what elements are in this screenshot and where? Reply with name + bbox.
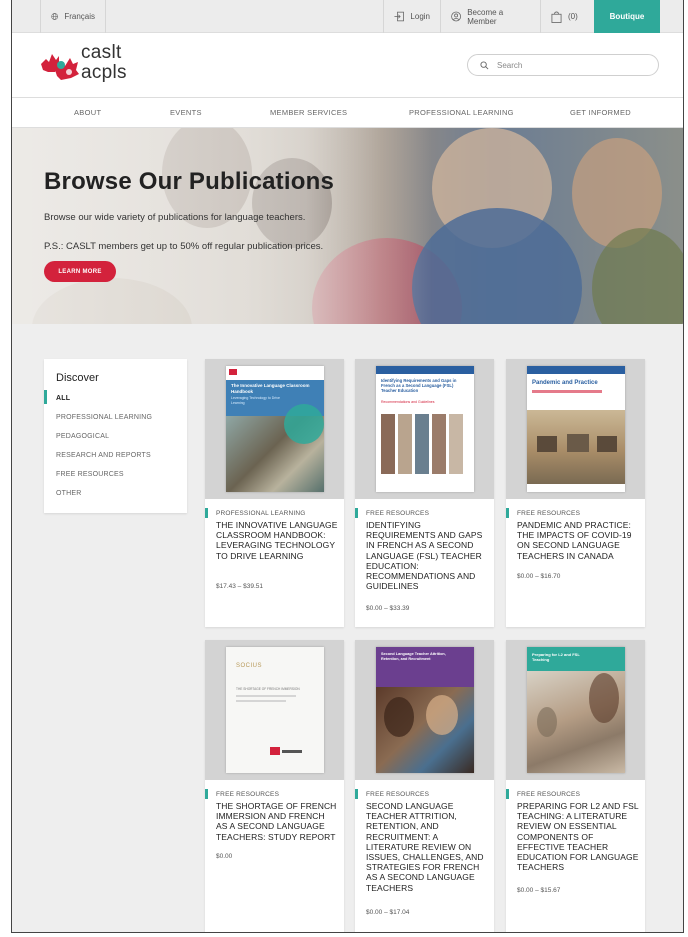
product-category: FREE RESOURCES — [216, 791, 280, 798]
search-placeholder: Search — [497, 60, 523, 70]
filter-free-resources[interactable]: FREE RESOURCES — [56, 471, 124, 478]
header: caslt acpls Search — [12, 33, 683, 97]
search-icon — [480, 60, 489, 69]
cover-title: Second Language Teacher Attrition, Reten… — [381, 652, 446, 661]
login-link[interactable]: Login — [383, 0, 440, 33]
product-title[interactable]: THE INNOVATIVE LANGUAGE CLASSROOM HANDBO… — [216, 520, 338, 561]
product-title[interactable]: IDENTIFYING REQUIREMENTS AND GAPS IN FRE… — [366, 520, 488, 591]
user-icon — [451, 11, 462, 22]
product-card[interactable]: The Innovative Language Classroom Handbo… — [205, 359, 344, 627]
filter-pedagogical[interactable]: PEDAGOGICAL — [56, 433, 109, 440]
nav-get-informed[interactable]: GET INFORMED — [570, 108, 631, 117]
product-title[interactable]: PREPARING FOR L2 AND FSL TEACHING: A LIT… — [517, 801, 639, 872]
filter-other[interactable]: OTHER — [56, 490, 82, 497]
product-image: Identifying Requirements and Gaps in Fre… — [355, 359, 494, 499]
login-label: Login — [410, 12, 430, 21]
nav-professional-learning[interactable]: PROFESSIONAL LEARNING — [409, 108, 514, 117]
main-nav: ABOUT EVENTS MEMBER SERVICES PROFESSIONA… — [12, 97, 683, 128]
cover-title: Pandemic and Practice — [532, 380, 598, 386]
book-cover: Pandemic and Practice — [527, 366, 625, 492]
book-cover: Identifying Requirements and Gaps in Fre… — [376, 366, 474, 492]
book-cover: Second Language Teacher Attrition, Reten… — [376, 647, 474, 773]
product-image: The Innovative Language Classroom Handbo… — [205, 359, 344, 499]
logo-line-1: caslt — [81, 42, 122, 63]
boutique-button[interactable]: Boutique — [594, 0, 660, 33]
product-card[interactable]: Preparing for L2 and FSL Teaching FREE R… — [506, 640, 645, 932]
active-indicator — [44, 390, 47, 404]
product-price: $0.00 – $16.70 — [517, 573, 561, 580]
product-image: Preparing for L2 and FSL Teaching — [506, 640, 645, 780]
hero-banner: Browse Our Publications Browse our wide … — [12, 128, 683, 324]
cart-link[interactable]: (0) — [540, 0, 594, 33]
book-cover: SOCIUS THE SHORTAGE OF FRENCH IMMERSION — [226, 647, 324, 773]
cart-count: (0) — [568, 12, 578, 21]
book-cover: The Innovative Language Classroom Handbo… — [226, 366, 324, 492]
become-member-label: Become a Member — [467, 7, 504, 26]
page-title: Browse Our Publications — [44, 168, 334, 195]
browser-frame: Français Login Become a Member (0) Bouti… — [11, 0, 684, 933]
maple-leaf-logo-icon[interactable] — [37, 50, 81, 84]
login-icon — [394, 11, 404, 22]
cover-subtitle: THE SHORTAGE OF FRENCH IMMERSION — [236, 687, 300, 691]
product-card[interactable]: Pandemic and Practice FREE RESOURCES PAN… — [506, 359, 645, 627]
shopping-bag-icon — [551, 11, 562, 23]
utility-bar: Français Login Become a Member (0) Bouti… — [12, 0, 683, 33]
language-switch[interactable]: Français — [40, 0, 106, 33]
nav-about[interactable]: ABOUT — [74, 108, 101, 117]
product-price: $17.43 – $39.51 — [216, 583, 263, 590]
product-category: FREE RESOURCES — [366, 510, 430, 517]
product-card[interactable]: Identifying Requirements and Gaps in Fre… — [355, 359, 494, 627]
product-title[interactable]: SECOND LANGUAGE TEACHER ATTRITION, RETEN… — [366, 801, 488, 893]
nav-member-services[interactable]: MEMBER SERVICES — [270, 108, 347, 117]
product-category: FREE RESOURCES — [517, 510, 581, 517]
language-label: Français — [64, 12, 95, 21]
product-category: FREE RESOURCES — [366, 791, 430, 798]
product-title[interactable]: PANDEMIC AND PRACTICE: THE IMPACTS OF CO… — [517, 520, 639, 561]
product-price: $0.00 – $15.67 — [517, 887, 561, 894]
filter-professional-learning[interactable]: PROFESSIONAL LEARNING — [56, 414, 152, 421]
product-image: Second Language Teacher Attrition, Reten… — [355, 640, 494, 780]
product-price: $0.00 — [216, 853, 233, 860]
product-title[interactable]: THE SHORTAGE OF FRENCH IMMERSION AND FRE… — [216, 801, 338, 842]
nav-events[interactable]: EVENTS — [170, 108, 202, 117]
hero-member-note: P.S.: CASLT members get up to 50% off re… — [44, 241, 324, 252]
filter-all[interactable]: ALL — [56, 395, 70, 402]
site-logo[interactable]: caslt acpls — [81, 43, 127, 83]
product-image: SOCIUS THE SHORTAGE OF FRENCH IMMERSION — [205, 640, 344, 780]
product-card[interactable]: SOCIUS THE SHORTAGE OF FRENCH IMMERSION … — [205, 640, 344, 932]
cover-title: SOCIUS — [236, 663, 263, 669]
globe-icon — [51, 13, 58, 20]
category-filter: Discover ALL PROFESSIONAL LEARNING PEDAG… — [44, 359, 187, 513]
logo-line-2: acpls — [81, 62, 127, 83]
cover-subtitle: Recommendations and Guidelines — [381, 400, 435, 404]
cover-title: Identifying Requirements and Gaps in Fre… — [381, 378, 457, 394]
product-category: FREE RESOURCES — [517, 791, 581, 798]
product-image: Pandemic and Practice — [506, 359, 645, 499]
product-price: $0.00 – $33.39 — [366, 605, 410, 612]
product-category: PROFESSIONAL LEARNING — [216, 510, 306, 517]
cover-subtitle: Leveraging Technology to Drive Learning — [231, 396, 280, 405]
product-card[interactable]: Second Language Teacher Attrition, Reten… — [355, 640, 494, 932]
become-member-link[interactable]: Become a Member — [440, 0, 540, 33]
book-cover: Preparing for L2 and FSL Teaching — [527, 647, 625, 773]
cover-title: The Innovative Language Classroom Handbo… — [231, 383, 310, 394]
boutique-label: Boutique — [609, 12, 645, 21]
hero-subtitle: Browse our wide variety of publications … — [44, 212, 306, 223]
cover-title: Preparing for L2 and FSL Teaching — [532, 652, 580, 662]
filter-research-and-reports[interactable]: RESEARCH AND REPORTS — [56, 452, 151, 459]
search-input[interactable]: Search — [467, 54, 659, 76]
product-price: $0.00 – $17.04 — [366, 909, 410, 916]
filter-heading: Discover — [56, 372, 99, 384]
learn-more-button[interactable]: LEARN MORE — [44, 261, 116, 282]
